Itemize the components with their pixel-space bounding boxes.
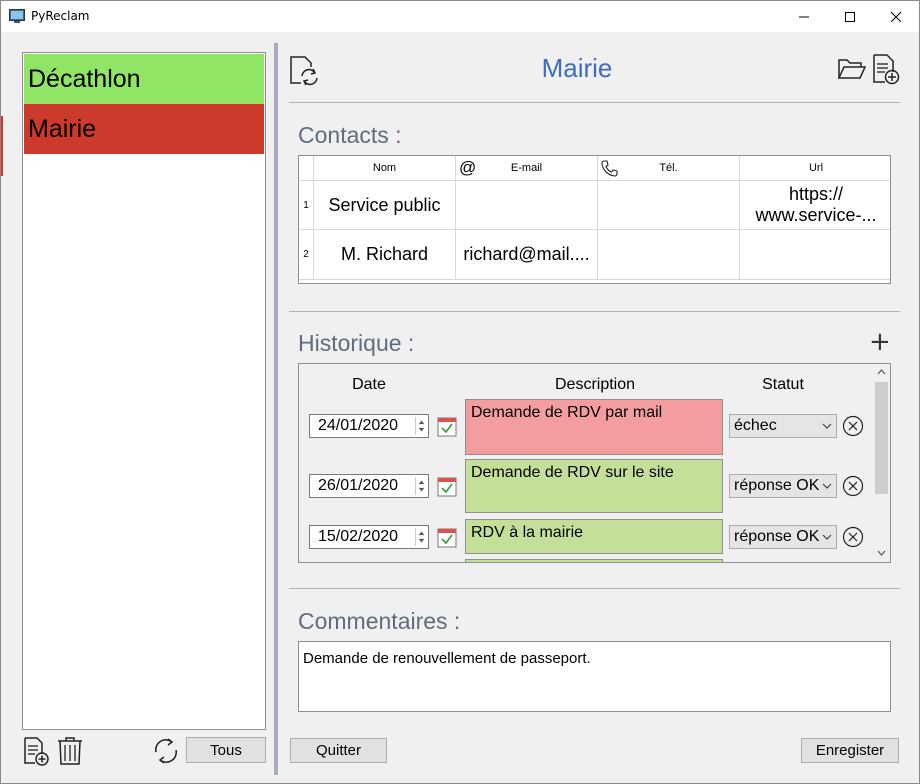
calendar-check-icon[interactable] [437, 526, 457, 548]
contact-cell-tel[interactable] [598, 230, 740, 280]
at-icon: @ [459, 158, 477, 177]
contact-cell-tel[interactable] [598, 181, 740, 230]
contacts-table[interactable]: Nom @ E-mail Tél. Url 1 Service public h… [298, 155, 891, 284]
delete-entry-icon[interactable] [842, 475, 864, 497]
chevron-down-icon [822, 423, 832, 429]
page-title: Mairie [541, 53, 613, 83]
date-input[interactable]: 24/01/2020 [309, 414, 429, 438]
spin-arrows-icon[interactable] [415, 477, 427, 495]
add-history-button[interactable]: + [869, 327, 891, 357]
chevron-down-icon [822, 534, 832, 540]
add-document-icon[interactable] [871, 53, 901, 85]
column-header-email[interactable]: @ E-mail [456, 156, 598, 181]
save-button[interactable]: Enregister [801, 738, 899, 763]
status-value: réponse OK [734, 528, 820, 545]
status-select[interactable]: réponse OK [729, 474, 837, 498]
contacts-title: Contacts : [298, 122, 402, 148]
column-header-email-label: E-mail [510, 162, 543, 174]
corner-cell [299, 156, 314, 181]
delete-entry-icon[interactable] [842, 415, 864, 437]
history-description[interactable]: Demande de RDV par mail [465, 399, 723, 455]
panel-splitter[interactable] [274, 43, 278, 775]
date-value: 15/02/2020 [318, 528, 399, 545]
contact-cell-email[interactable] [456, 181, 598, 230]
history-description[interactable]: RDV à la mairie [465, 519, 723, 554]
date-value: 24/01/2020 [318, 417, 399, 434]
quit-button[interactable]: Quitter [290, 738, 387, 763]
spin-arrows-icon[interactable] [415, 528, 427, 546]
contact-cell-nom[interactable]: Service public [314, 181, 456, 230]
history-description[interactable] [465, 559, 723, 562]
close-icon [891, 11, 901, 22]
window-title: PyReclam [31, 9, 90, 23]
historique-title: Historique : [298, 330, 415, 356]
refresh-icon[interactable] [150, 736, 182, 766]
contact-cell-url[interactable] [740, 230, 890, 280]
history-description[interactable]: Demande de RDV sur le site [465, 459, 723, 513]
divider [289, 311, 900, 312]
minimize-icon [799, 16, 809, 17]
contact-cell-nom[interactable]: M. Richard [314, 230, 456, 280]
calendar-check-icon[interactable] [437, 475, 457, 497]
list-item-decathlon[interactable]: Décathlon [24, 54, 264, 104]
reclamation-list[interactable]: Décathlon Mairie [22, 52, 266, 730]
contact-cell-email[interactable]: richard@mail.... [456, 230, 598, 280]
scroll-thumb[interactable] [875, 382, 888, 494]
maximize-button[interactable] [827, 1, 873, 32]
column-header-nom[interactable]: Nom [314, 156, 456, 181]
history-header-description: Description [554, 376, 636, 393]
history-header-statut: Statut [762, 376, 804, 393]
left-edge-accent [1, 116, 3, 176]
column-header-url[interactable]: Url [740, 156, 890, 181]
history-panel[interactable]: Date Description Statut 24/01/2020 Deman… [298, 363, 891, 563]
date-input[interactable]: 15/02/2020 [309, 525, 429, 549]
scroll-down-icon[interactable] [877, 548, 886, 557]
status-select[interactable]: réponse OK [729, 525, 837, 549]
row-header[interactable]: 1 [299, 181, 314, 230]
status-value: échec [734, 417, 777, 434]
maximize-icon [845, 11, 855, 22]
scroll-up-icon[interactable] [877, 368, 886, 377]
list-item-mairie[interactable]: Mairie [24, 104, 264, 154]
status-value: réponse OK [734, 477, 820, 494]
close-button[interactable] [873, 1, 919, 32]
calendar-check-icon[interactable] [437, 415, 457, 437]
date-value: 26/01/2020 [318, 477, 399, 494]
add-document-icon[interactable] [22, 736, 50, 766]
column-header-tel-label: Tél. [659, 162, 678, 174]
all-button[interactable]: Tous [186, 737, 266, 763]
divider [289, 588, 900, 589]
minimize-button[interactable] [781, 1, 827, 32]
contact-cell-url[interactable]: https:// www.service-... [740, 181, 890, 230]
folder-open-icon[interactable] [837, 56, 867, 82]
trash-icon[interactable] [56, 736, 84, 766]
spin-arrows-icon[interactable] [415, 417, 427, 435]
divider [289, 102, 900, 103]
history-header-date: Date [352, 376, 386, 393]
phone-icon [601, 160, 618, 177]
date-input[interactable]: 26/01/2020 [309, 474, 429, 498]
chevron-down-icon [822, 483, 832, 489]
column-header-tel[interactable]: Tél. [598, 156, 740, 181]
row-header[interactable]: 2 [299, 230, 314, 280]
delete-entry-icon[interactable] [842, 526, 864, 548]
commentaires-title: Commentaires : [298, 608, 461, 634]
status-select[interactable]: échec [729, 414, 837, 438]
app-icon [9, 9, 25, 23]
comment-textarea[interactable]: Demande de renouvellement de passeport. [298, 641, 891, 712]
history-scrollbar[interactable] [873, 364, 890, 562]
app-window: PyReclam Décathlon Mairie Tous Mairie Co… [0, 0, 920, 784]
title-bar: PyReclam [1, 1, 919, 32]
